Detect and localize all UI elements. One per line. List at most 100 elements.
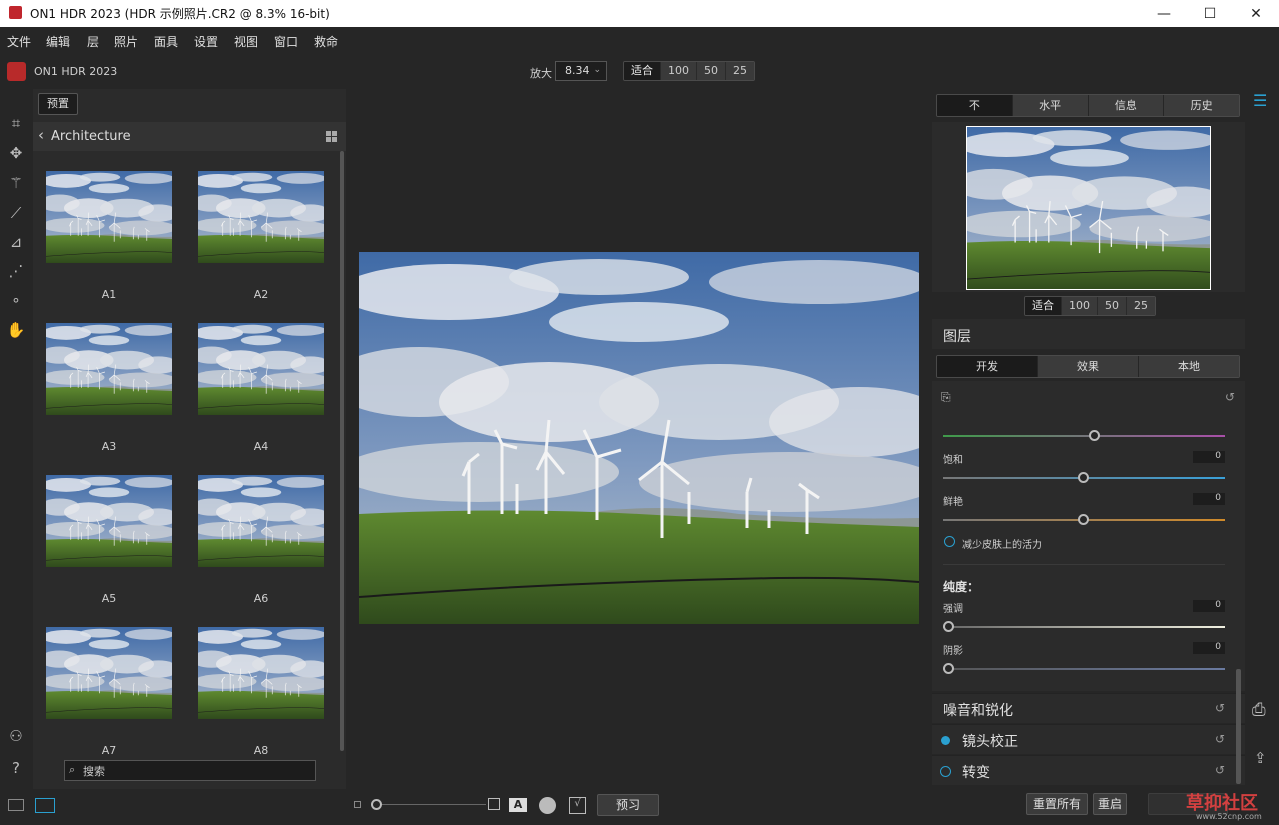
close-button[interactable]: ✕: [1233, 0, 1279, 27]
vibrance-value[interactable]: 0: [1193, 493, 1225, 505]
single-panel-icon[interactable]: [8, 799, 24, 811]
thumbnail-a8[interactable]: [198, 627, 324, 719]
enabled-dot-icon[interactable]: [941, 736, 950, 745]
magic-wand-icon[interactable]: ⚚: [6, 173, 26, 193]
thumbnail-a6[interactable]: [198, 475, 324, 567]
tint-slider[interactable]: [943, 430, 1225, 441]
crop-icon[interactable]: ⌗: [6, 113, 26, 133]
reset-all-button[interactable]: 重置所有: [1026, 793, 1088, 815]
menu-layer[interactable]: 层: [87, 33, 99, 50]
reset-icon[interactable]: ↺: [1215, 701, 1225, 715]
zoom-100-button[interactable]: 100: [660, 62, 696, 80]
shadows-slider[interactable]: [943, 663, 1225, 674]
minimize-button[interactable]: —: [1141, 0, 1187, 27]
preset-save-icon[interactable]: ⎘: [941, 390, 951, 405]
grid-view-icon[interactable]: [326, 131, 337, 142]
menu-mask[interactable]: 面具: [154, 33, 178, 50]
layers-header[interactable]: 图层: [932, 319, 1245, 349]
slider-knob[interactable]: [943, 663, 954, 674]
thumbnail-label: A1: [101, 288, 117, 301]
slider-knob[interactable]: [943, 621, 954, 632]
protect-skin-radio[interactable]: [944, 536, 955, 547]
reset-icon[interactable]: ↺: [1225, 390, 1235, 404]
menu-photo[interactable]: 照片: [114, 33, 138, 50]
tab-navigator[interactable]: 不: [937, 95, 1012, 116]
thumb-size-slider[interactable]: [376, 804, 486, 805]
tab-levels[interactable]: 水平: [1011, 95, 1088, 116]
soft-proof-icon[interactable]: √: [569, 797, 586, 814]
back-icon[interactable]: ‹: [38, 126, 44, 144]
menu-file[interactable]: 文件: [7, 33, 31, 50]
saturation-value[interactable]: 0: [1193, 451, 1225, 463]
view-hand-icon[interactable]: ✋: [6, 320, 26, 340]
zoom-25-button[interactable]: 25: [725, 62, 754, 80]
slider-knob[interactable]: [1078, 472, 1089, 483]
slider-knob[interactable]: [1089, 430, 1100, 441]
thumbnail-a2[interactable]: [198, 171, 324, 263]
tab-local[interactable]: 本地: [1138, 356, 1239, 377]
thumbnail-a3[interactable]: [46, 323, 172, 415]
tab-history[interactable]: 历史: [1163, 95, 1239, 116]
reset-icon[interactable]: ↺: [1215, 763, 1225, 777]
help-icon[interactable]: ?: [6, 758, 26, 778]
large-thumb-icon[interactable]: [488, 798, 500, 810]
browser-scrollbar[interactable]: [340, 151, 344, 751]
thumb-size-knob[interactable]: [371, 799, 382, 810]
nav-zoom-25[interactable]: 25: [1126, 297, 1155, 315]
thumbnail-a7[interactable]: [46, 627, 172, 719]
compare-icon[interactable]: [539, 797, 556, 814]
small-thumb-icon[interactable]: [354, 801, 361, 808]
refine-brush-icon[interactable]: ⋰: [6, 261, 26, 281]
share-icon[interactable]: ⇪: [1254, 749, 1267, 767]
zoom-select[interactable]: 8.34 ⌄: [555, 61, 607, 81]
navigator-preview[interactable]: [966, 126, 1211, 290]
section-transform[interactable]: 转变 ↺: [932, 755, 1245, 785]
menu-help[interactable]: 救命: [314, 33, 338, 50]
reset-icon[interactable]: ↺: [1215, 732, 1225, 746]
highlights-value[interactable]: 0: [1193, 600, 1225, 612]
slider-knob[interactable]: [1078, 514, 1089, 525]
move-icon[interactable]: ✥: [6, 143, 26, 163]
main-photo[interactable]: [359, 252, 919, 624]
search-input[interactable]: ⌕ 搜索: [64, 760, 316, 781]
thumbnail-a4[interactable]: [198, 323, 324, 415]
thumbnail-a1[interactable]: [46, 171, 172, 263]
masking-brush-icon[interactable]: ⊿: [6, 232, 26, 252]
tab-info[interactable]: 信息: [1087, 95, 1164, 116]
thumbnail-a5[interactable]: [46, 475, 172, 567]
print-icon[interactable]: ⎙: [1252, 700, 1266, 720]
left-tool-strip: ⌗ ✥ ⚚ ⟋ ⊿ ⋰ ∘ ✋ ⚇ ?: [0, 89, 33, 825]
section-noise-sharpen[interactable]: 噪音和锐化 ↺: [932, 693, 1245, 723]
dual-panel-icon[interactable]: [35, 798, 55, 813]
restart-button[interactable]: 重启: [1093, 793, 1127, 815]
brand-icon: [7, 62, 26, 81]
account-icon[interactable]: ⚇: [6, 726, 26, 746]
text-overlay-icon[interactable]: A: [509, 798, 527, 812]
menu-settings[interactable]: 设置: [194, 33, 218, 50]
thumbnail-label: A5: [101, 592, 117, 605]
highlights-slider[interactable]: [943, 621, 1225, 632]
zoom-fit-button[interactable]: 适合: [624, 62, 660, 80]
shadows-value[interactable]: 0: [1193, 642, 1225, 654]
right-panel-scrollbar[interactable]: [1236, 669, 1241, 784]
menu-window[interactable]: 窗口: [274, 33, 298, 50]
adjust-sliders-icon[interactable]: ☰: [1253, 91, 1267, 110]
disabled-dot-icon[interactable]: [940, 766, 951, 777]
nav-zoom-100[interactable]: 100: [1061, 297, 1097, 315]
tab-effects[interactable]: 效果: [1037, 356, 1138, 377]
tab-develop[interactable]: 开发: [937, 356, 1037, 377]
gradient-icon[interactable]: ∘: [6, 290, 26, 310]
vibrance-slider[interactable]: [943, 514, 1225, 525]
nav-zoom-50[interactable]: 50: [1097, 297, 1126, 315]
saturation-slider[interactable]: [943, 472, 1225, 483]
watermark-url: www.52cnp.com: [1196, 812, 1262, 821]
section-lens-correction[interactable]: 镜头校正 ↺: [932, 724, 1245, 754]
nav-zoom-fit[interactable]: 适合: [1025, 297, 1061, 315]
maximize-button[interactable]: ☐: [1187, 0, 1233, 27]
menu-edit[interactable]: 编辑: [46, 33, 70, 50]
preview-button[interactable]: 预习: [597, 794, 659, 816]
zoom-50-button[interactable]: 50: [696, 62, 725, 80]
presets-button[interactable]: 预置: [38, 93, 78, 115]
menu-view[interactable]: 视图: [234, 33, 258, 50]
retouch-brush-icon[interactable]: ⟋: [6, 203, 26, 223]
